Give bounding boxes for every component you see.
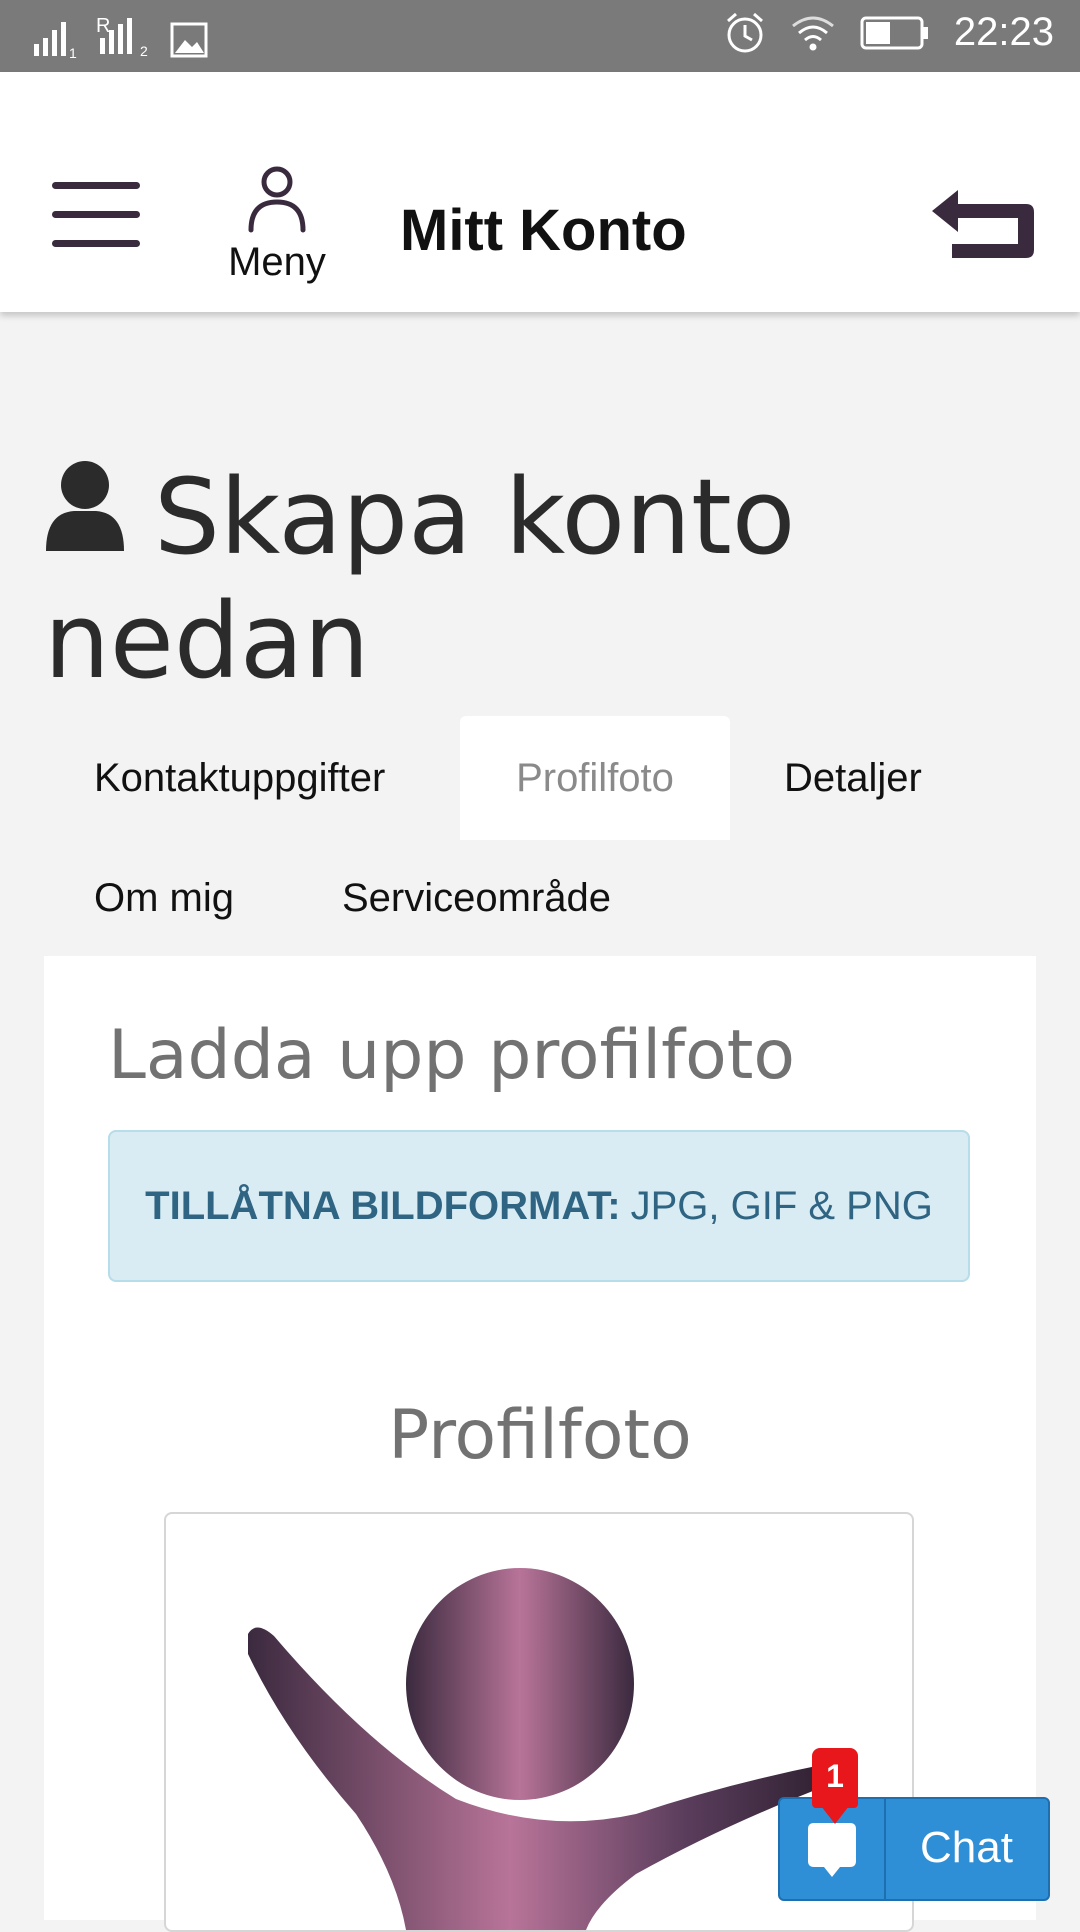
back-arrow-icon[interactable] [930, 182, 1040, 262]
alarm-icon [726, 12, 763, 52]
tab-kontaktuppgifter[interactable]: Kontaktuppgifter [44, 716, 435, 840]
user-icon [46, 461, 124, 551]
wifi-icon [791, 16, 834, 50]
svg-text:1: 1 [69, 45, 77, 58]
tab-om-mig[interactable]: Om mig [44, 836, 284, 960]
format-info-alert: TILLÅTNA BILDFORMAT: JPG, GIF & PNG [108, 1130, 970, 1282]
tab-serviceomrade[interactable]: Serviceområde [292, 836, 661, 960]
svg-text:R: R [96, 15, 110, 37]
photo-label: Profilfoto [388, 1396, 692, 1475]
menu-button[interactable]: Meny [222, 164, 332, 284]
menu-label: Meny [228, 240, 326, 284]
page-title: Mitt Konto [400, 198, 687, 263]
status-bar: 1 R 2 22:23 [0, 0, 1080, 72]
chat-button[interactable]: Chat [778, 1797, 1050, 1901]
tab-profilfoto[interactable]: Profilfoto [460, 716, 730, 840]
alert-text: JPG, GIF & PNG [630, 1183, 933, 1228]
image-icon [170, 22, 208, 58]
signal-roaming-icon: R 2 [96, 15, 148, 58]
hamburger-menu-button[interactable] [52, 182, 142, 248]
chat-label: Chat [920, 1823, 1013, 1872]
signal-icon: 1 [34, 22, 77, 58]
clock-time: 22:23 [953, 10, 1054, 54]
main-heading-text: Skapa konto nedan [44, 456, 796, 702]
section-title: Ladda upp profilfoto [108, 1016, 795, 1095]
alert-label: TILLÅTNA BILDFORMAT: [145, 1183, 621, 1228]
app-header: Meny Mitt Konto [0, 72, 1080, 312]
battery-icon [860, 16, 928, 49]
user-outline-icon [248, 166, 306, 233]
tab-detaljer[interactable]: Detaljer [734, 716, 972, 840]
chat-notification-badge: 1 [812, 1748, 858, 1824]
main-heading: Skapa konto nedan [44, 455, 1004, 703]
svg-text:2: 2 [140, 43, 148, 58]
profile-photo-panel: Ladda upp profilfoto TILLÅTNA BILDFORMAT… [44, 956, 1036, 1932]
